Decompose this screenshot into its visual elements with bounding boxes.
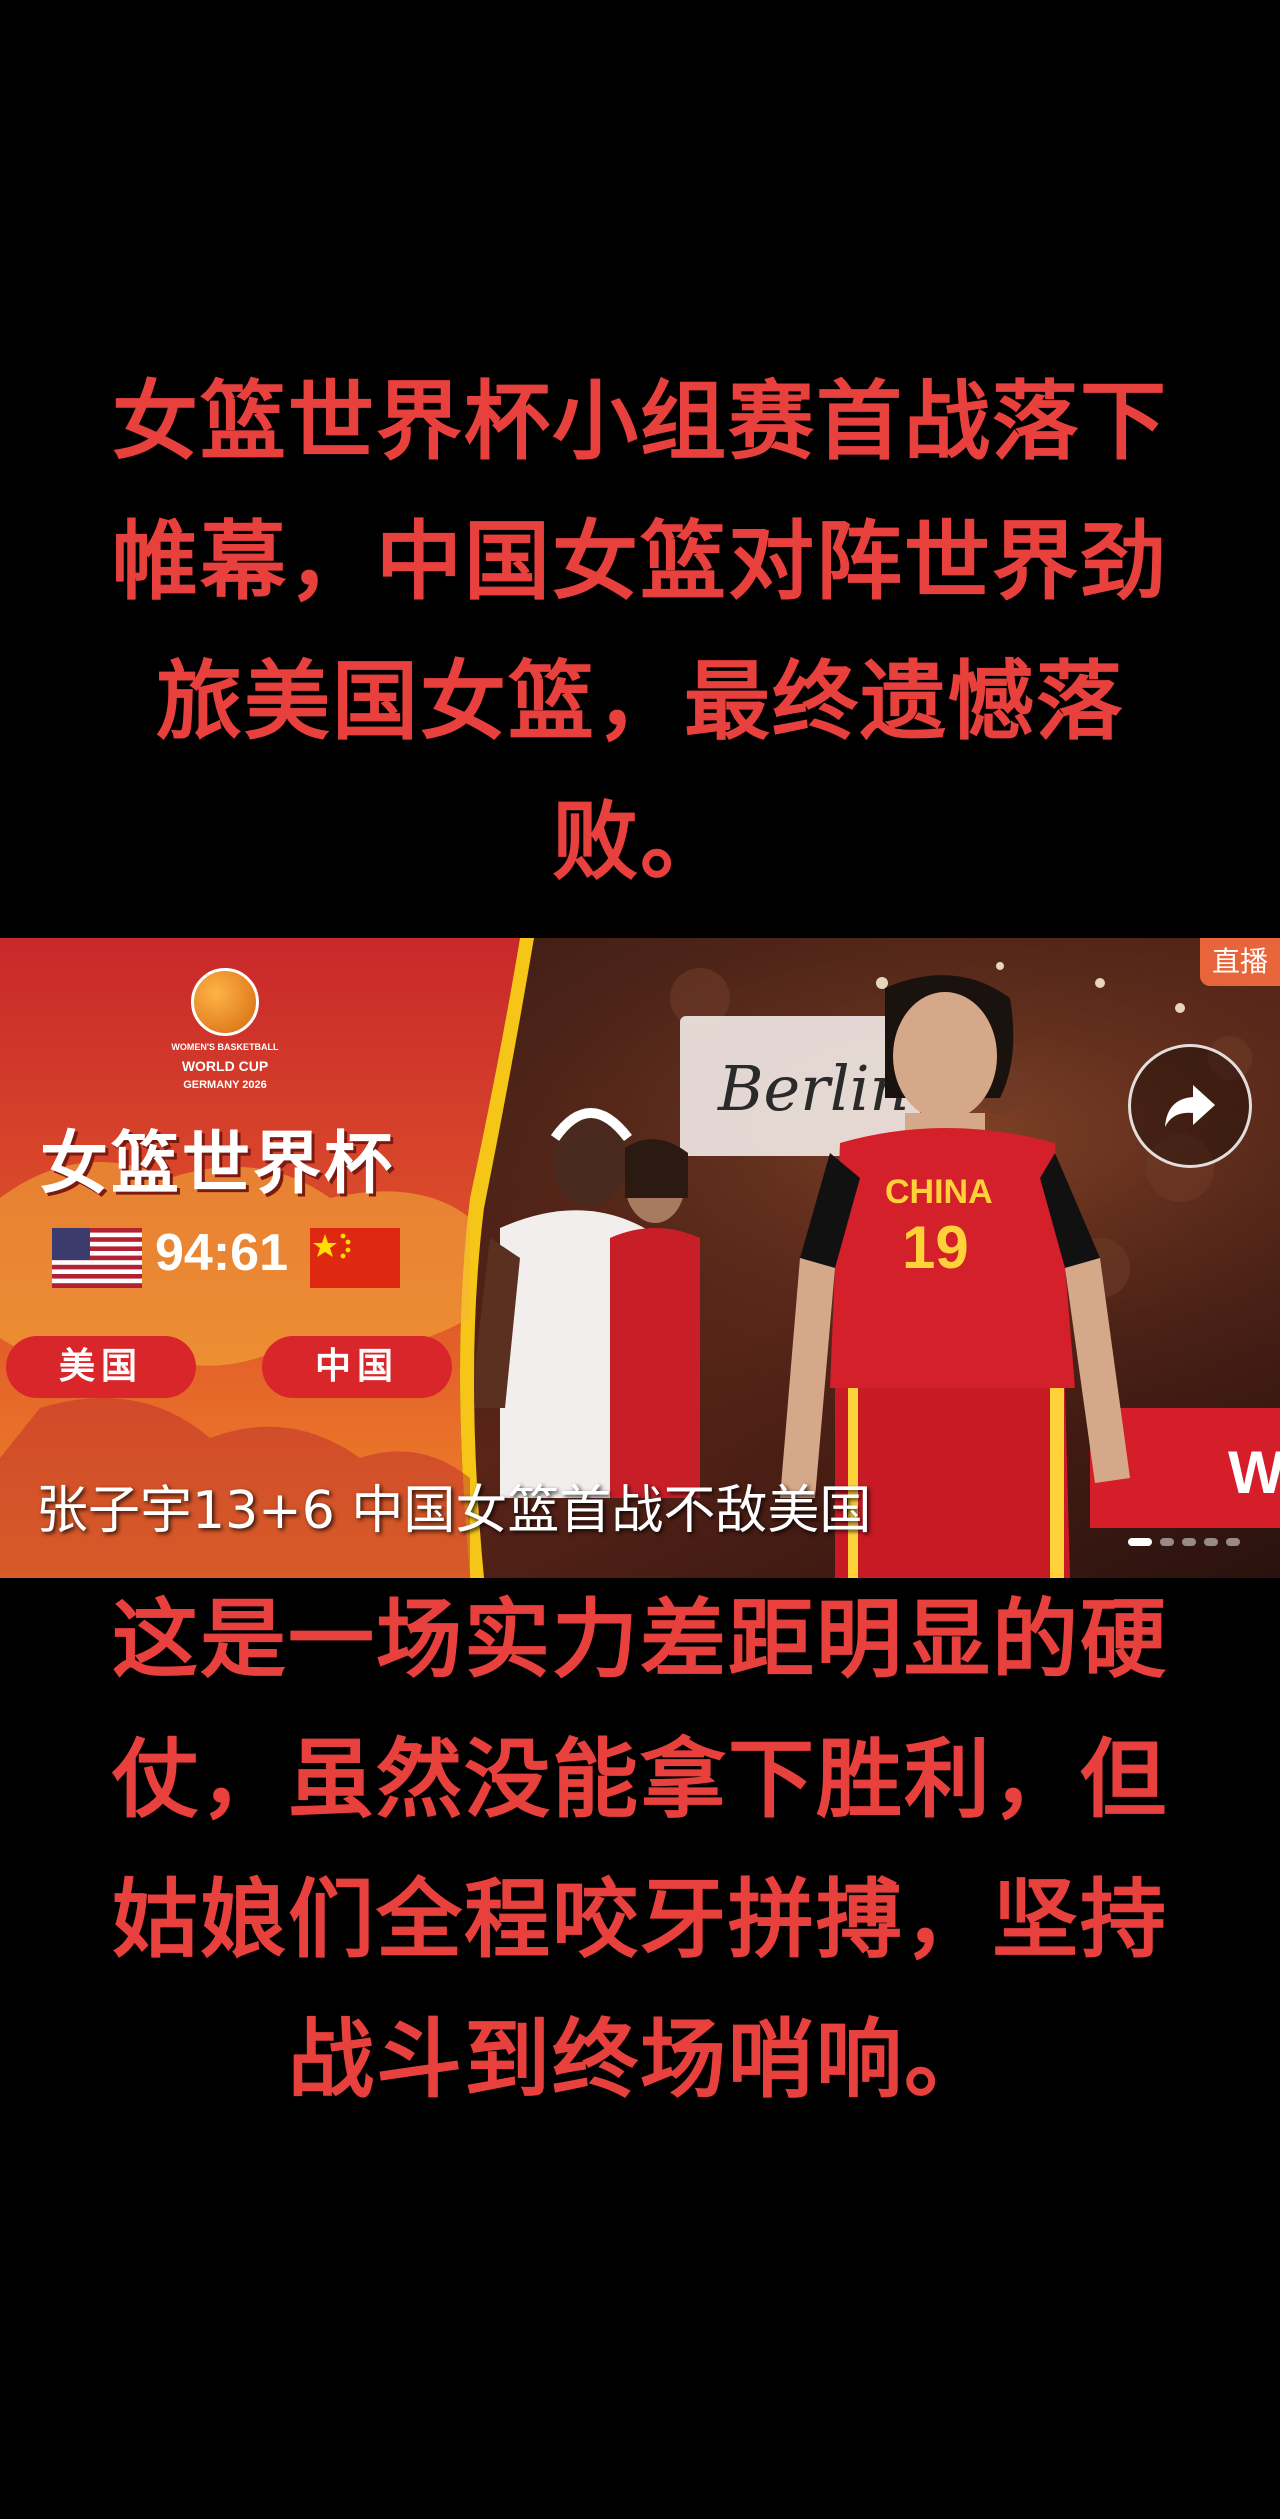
slide-dot[interactable] [1226,1538,1240,1546]
score: 94:61 [155,1224,288,1282]
logo-line-2: WORLD CUP [181,1058,269,1074]
world-cup-logo: WOMEN'S BASKETBALL WORLD CUP GERMANY 202… [150,968,300,1093]
team-button-china[interactable]: 中国 [262,1336,452,1398]
logo-line-1: WOMEN'S BASKETBALL [171,1042,279,1052]
logo-line-3: GERMANY 2026 [183,1079,267,1091]
live-badge: 直播 [1200,938,1280,986]
body-text: 这是一场实力差距明显的硬仗，虽然没能拿下胜利，但姑娘们全程咬牙拼搏，坚持战斗到终… [112,1590,1168,2110]
video-card[interactable]: Berlin W CHINA 19 WOMEN'S BASKETBALL WOR… [0,938,1280,1578]
slide-dot-active[interactable] [1128,1538,1152,1546]
share-button[interactable] [1128,1044,1252,1168]
slide-indicator [1128,1538,1240,1546]
basketball-logo-icon [191,968,259,1036]
team-button-usa[interactable]: 美国 [6,1336,196,1398]
slide-dot[interactable] [1160,1538,1174,1546]
event-title: 女篮世界杯 [40,1125,396,1204]
slide-dot[interactable] [1204,1538,1218,1546]
headline-text: 女篮世界杯小组赛首战落下帷幕，中国女篮对阵世界劲旅美国女篮，最终遗憾落败。 [112,372,1168,892]
slide-dot[interactable] [1182,1538,1196,1546]
us-flag-icon [52,1228,142,1288]
china-flag-icon [310,1228,400,1288]
video-caption: 张子宇13+6 中国女篮首战不敌美国 [36,1481,872,1541]
share-arrow-icon [1165,1085,1215,1127]
